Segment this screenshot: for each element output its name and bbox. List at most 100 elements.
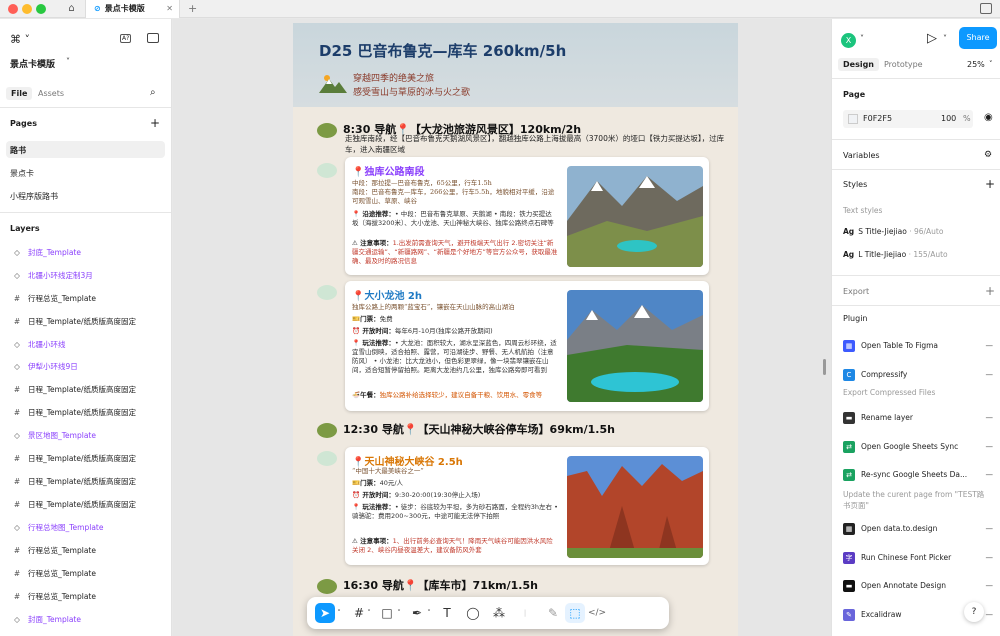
roadbook-frame[interactable]: D25 巴音布鲁克—库车 260km/5h 穿越四季的绝美之旅 感受雪山与草原的… [293, 23, 738, 636]
file-name-chevron-icon[interactable]: ˅ [66, 57, 70, 66]
variables-icon[interactable]: ⚙ [984, 150, 992, 160]
route-card-1[interactable]: 📍独库公路南段 中段：那拉提—巴音布鲁克，65公里，行车1.5h 南段：巴音布鲁… [345, 157, 709, 275]
actions-tool-icon[interactable]: ⁂ [489, 603, 509, 623]
layer-item[interactable]: # 日程_Template/纸质版高度固定 [10, 498, 136, 512]
plugin-item[interactable]: ▬ Rename layer — [843, 410, 993, 426]
layer-item[interactable]: ◇ 北疆小环线定制3月 [10, 269, 93, 283]
close-tab-icon[interactable]: ✕ [166, 0, 173, 18]
font-icon[interactable]: A? [120, 34, 132, 43]
card-lunch: 🍜午餐：独库公路补给选择较少，建议自备干粮、饮用水、零食等 [352, 391, 558, 400]
open-hours-value: 每年6月-10月(独库公路开放期间) [394, 327, 493, 335]
page-item-active[interactable]: 路书 [6, 141, 165, 158]
rectangle-tool-icon[interactable]: □ [377, 603, 397, 623]
tab-file[interactable]: File [6, 87, 33, 100]
design-mode-icon[interactable]: ⬚ [565, 603, 585, 623]
plugin-item[interactable]: ⇄ Open Google Sheets Sync — [843, 439, 993, 455]
help-button[interactable]: ? [964, 602, 984, 622]
move-tool-icon[interactable]: ➤ [315, 603, 335, 623]
tab-prototype[interactable]: Prototype [884, 60, 923, 69]
layer-item[interactable]: # 日程_Template/纸质版高度固定 [10, 406, 136, 420]
text-tool-icon[interactable]: T [437, 603, 457, 623]
layer-item[interactable]: ◇ 行程总地图_Template [10, 521, 103, 535]
plugin-item[interactable]: 字 Run Chinese Font Picker — [843, 550, 993, 566]
layer-item[interactable]: ◇ 景区地图_Template [10, 429, 96, 443]
layer-item[interactable]: # 日程_Template/纸质版高度固定 [10, 383, 136, 397]
zoom-chevron-icon[interactable]: ˅ [989, 60, 993, 68]
canvas[interactable]: D25 巴音布鲁克—库车 260km/5h 穿越四季的绝美之旅 感受雪山与草原的… [173, 19, 831, 636]
maximize-window-button[interactable] [36, 4, 46, 14]
canvas-scrollbar[interactable] [823, 359, 826, 375]
remove-plugin-icon[interactable]: — [986, 338, 994, 354]
plugin-item[interactable]: ▦ Open Table To Figma — [843, 338, 993, 354]
page-color-hex[interactable]: F0F2F5 [863, 114, 892, 123]
text-style-item[interactable]: Ag L Title-Jiejiao · 155/Auto [843, 250, 948, 259]
page-opacity[interactable]: 100 [941, 114, 956, 123]
dev-mode-icon[interactable]: </> [587, 603, 607, 623]
add-style-icon[interactable]: + [985, 177, 995, 191]
layer-item[interactable]: ◇ 伊犁小环线9日 [10, 360, 78, 374]
page-item[interactable]: 景点卡 [10, 168, 34, 179]
export-title[interactable]: Export [843, 287, 869, 296]
layer-item[interactable]: # 行程总览_Template [10, 544, 96, 558]
present-play-icon[interactable]: ▷ [927, 31, 937, 46]
file-name[interactable]: 景点卡模版 [10, 57, 55, 70]
search-icon[interactable]: ⌕ [150, 87, 156, 98]
main-menu-icon[interactable]: ⌘ ˅ [10, 33, 30, 46]
layer-item[interactable]: # 行程总览_Template [10, 292, 96, 306]
avatar-chevron-icon[interactable]: ˅ [860, 34, 864, 43]
zoom-level[interactable]: 25% [967, 60, 985, 69]
remove-plugin-icon[interactable]: — [986, 367, 994, 383]
move-tool-chevron-icon[interactable]: ˅ [335, 603, 343, 623]
avatar[interactable]: X [841, 33, 856, 48]
tab-design[interactable]: Design [838, 58, 879, 71]
panel-toggle-icon[interactable] [147, 33, 159, 43]
plugin-item[interactable]: ⇄ Re-sync Google Sheets Da... — [843, 467, 993, 483]
remove-plugin-icon[interactable]: — [986, 578, 994, 594]
plugin-item[interactable]: C Compressify — [843, 367, 993, 383]
tab-assets[interactable]: Assets [38, 89, 64, 98]
plugin-item[interactable]: ▦ Open data.to.design — [843, 521, 993, 537]
layer-item[interactable]: ◇ 北疆小环线 [10, 338, 65, 352]
present-chevron-icon[interactable]: ˅ [943, 34, 947, 43]
page-item[interactable]: 小程序版路书 [10, 191, 58, 202]
layer-item[interactable]: # 日程_Template/纸质版高度固定 [10, 452, 136, 466]
sidebar-toggle-icon[interactable] [980, 3, 992, 14]
layer-item[interactable]: # 行程总览_Template [10, 590, 96, 604]
layer-item[interactable]: ◇ 封面_Template [10, 613, 81, 627]
home-icon[interactable]: ⌂ [58, 0, 86, 18]
pen-tool-chevron-icon[interactable]: ˅ [425, 603, 433, 623]
remove-plugin-icon[interactable]: — [986, 550, 994, 566]
eye-icon[interactable]: ◉ [984, 112, 993, 123]
pen-tool-icon[interactable]: ✒ [407, 603, 427, 623]
page-color-field[interactable]: F0F2F5 100 % [843, 110, 973, 128]
variables-title[interactable]: Variables [843, 151, 880, 160]
remove-plugin-icon[interactable]: — [986, 521, 994, 537]
add-export-icon[interactable]: + [985, 284, 995, 298]
remove-plugin-icon[interactable]: — [986, 439, 994, 455]
minimize-window-button[interactable] [22, 4, 32, 14]
shape-tool-chevron-icon[interactable]: ˅ [395, 603, 403, 623]
remove-plugin-icon[interactable]: — [986, 607, 994, 623]
color-swatch[interactable] [848, 114, 858, 124]
scenic-card-3[interactable]: 📍天山神秘大峡谷 2.5h “中国十大最美峡谷之一” 🎫门票：40元/人 ⏰ 开… [345, 447, 709, 565]
layer-item[interactable]: ◇ 封底_Template [10, 246, 81, 260]
frame-tool-chevron-icon[interactable]: ˅ [365, 603, 373, 623]
open-hours-label: ⏰ 开放时间： [352, 491, 395, 499]
comment-tool-icon[interactable]: ◯ [463, 603, 483, 623]
file-tab[interactable]: ⊘ 景点卡模版 ✕ [86, 0, 180, 18]
layer-item[interactable]: # 行程总览_Template [10, 567, 96, 581]
layer-item[interactable]: # 日程_Template/纸质版高度固定 [10, 315, 136, 329]
new-tab-button[interactable]: + [188, 0, 197, 18]
text-style-item[interactable]: Ag S Title-Jiejiao · 96/Auto [843, 227, 943, 236]
plugin-item[interactable]: ▬ Open Annotate Design — [843, 578, 993, 594]
share-button[interactable]: Share [959, 27, 997, 49]
remove-plugin-icon[interactable]: — [986, 410, 994, 426]
layer-item[interactable]: # 日程_Template/纸质版高度固定 [10, 475, 136, 489]
car-icon [317, 122, 337, 138]
remove-plugin-icon[interactable]: — [986, 467, 994, 483]
draw-mode-icon[interactable]: ✎ [543, 603, 563, 623]
scenic-card-2[interactable]: 📍大小龙池 2h 独库公路上的两颗“蓝宝石”，镶嵌在天山山脉的高山湖泊 🎫门票：… [345, 281, 709, 411]
close-window-button[interactable] [8, 4, 18, 14]
frame-icon: # [13, 500, 21, 509]
add-page-icon[interactable]: + [150, 116, 160, 130]
